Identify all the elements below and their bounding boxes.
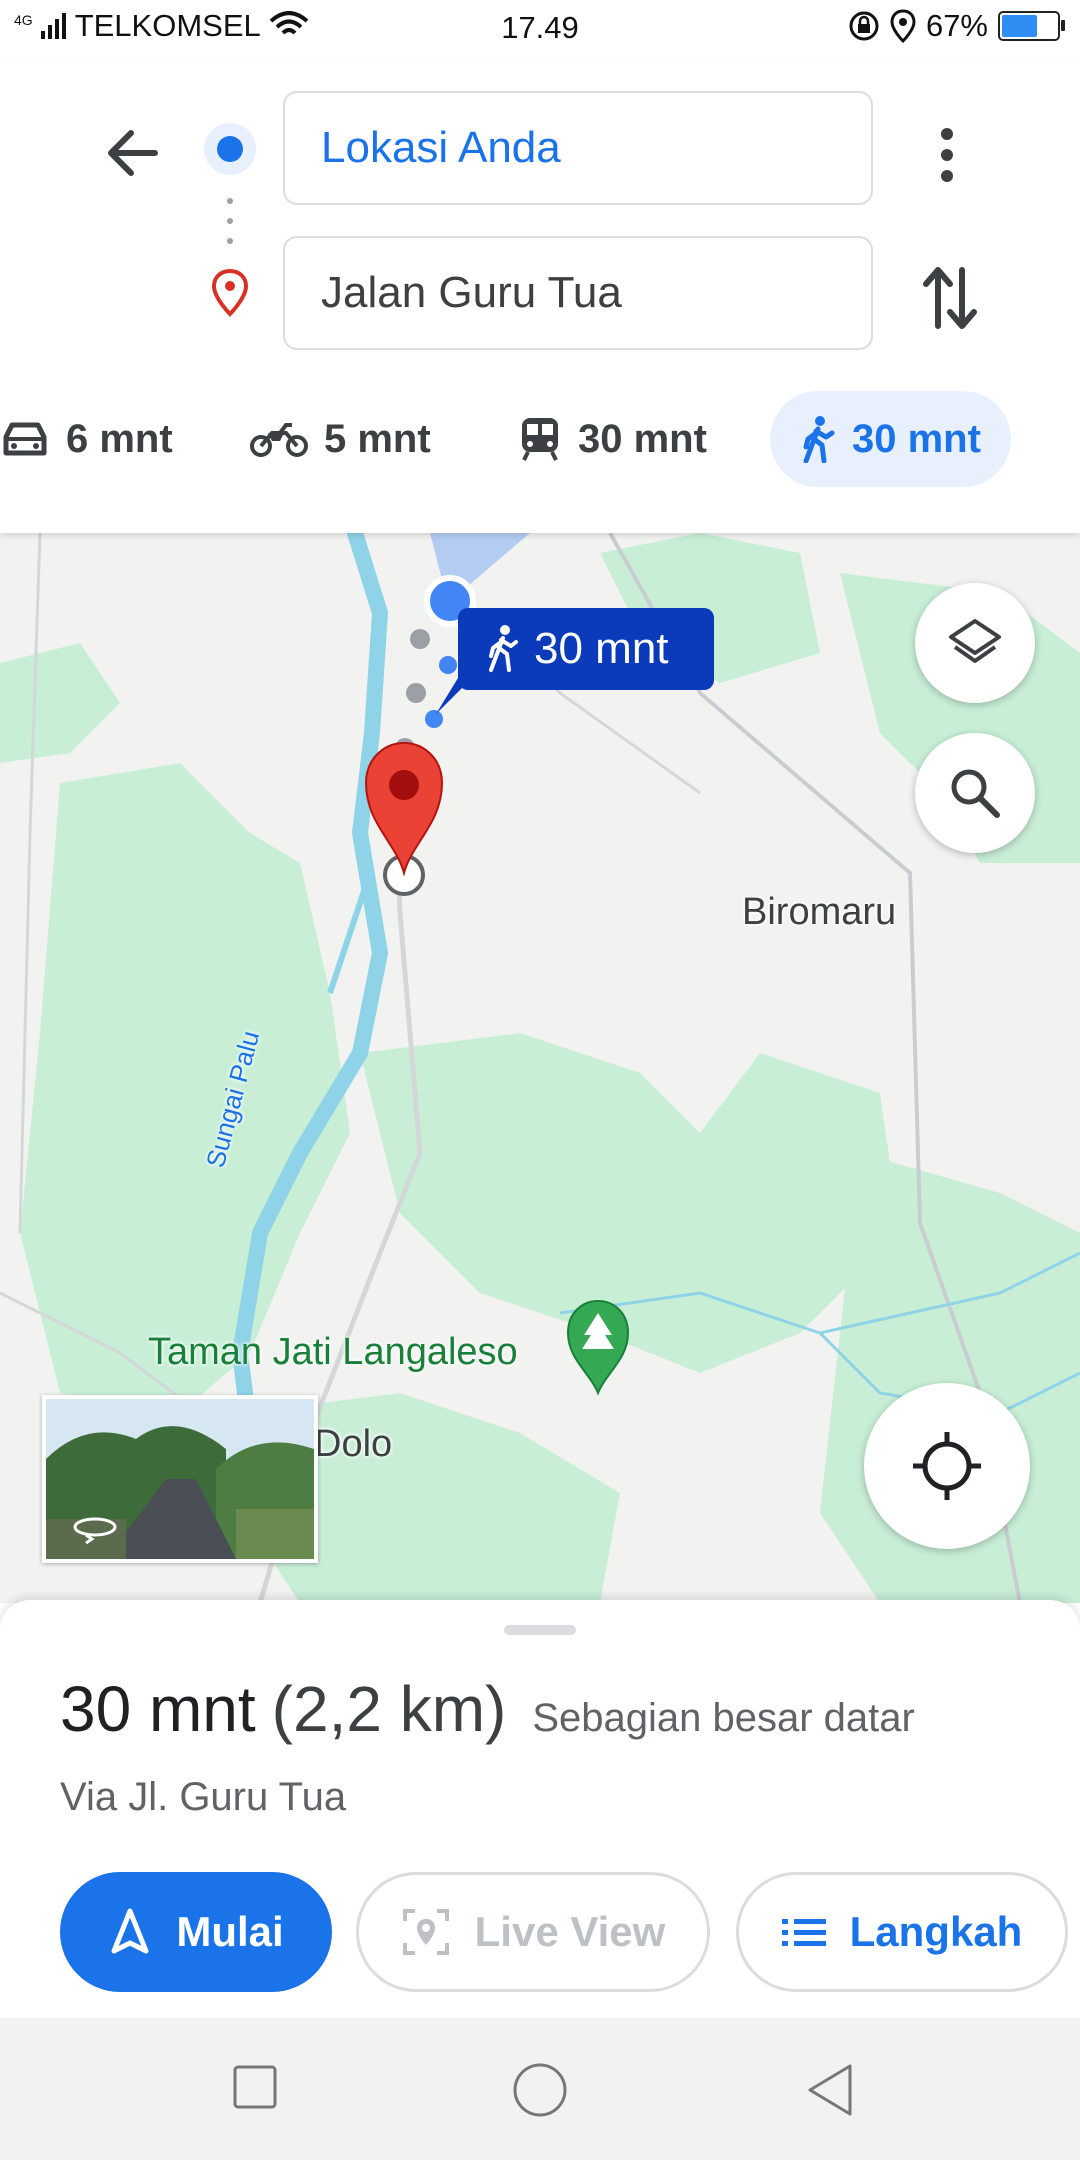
more-vert-icon <box>941 128 953 182</box>
steps-label: Langkah <box>849 1908 1023 1955</box>
route-distance: (2,2 km) <box>271 1673 507 1745</box>
battery-icon <box>998 11 1065 41</box>
river <box>327 872 373 994</box>
mode-walk-label: 30 mnt <box>852 416 981 461</box>
layers-button[interactable] <box>915 583 1035 703</box>
live-view-icon <box>402 1909 449 1955</box>
route-dots <box>227 198 233 244</box>
more-options-button[interactable] <box>917 120 977 190</box>
map-label-biromaru: Biromaru <box>742 891 897 933</box>
steps-button[interactable]: Langkah <box>736 1872 1068 1992</box>
route-terrain: Sebagian besar datar <box>532 1696 915 1740</box>
rotate-360-icon <box>73 1517 117 1545</box>
navigation-arrow-icon <box>111 1908 149 1954</box>
circle-icon <box>513 2063 567 2117</box>
forest-area <box>360 1033 900 1373</box>
crosshair-icon <box>913 1432 981 1500</box>
system-nav-bar <box>0 2018 1080 2160</box>
badge-pointer <box>436 678 472 714</box>
mode-motorcycle[interactable]: 5 mnt <box>250 391 431 487</box>
battery-percent: 67% <box>925 8 988 43</box>
lock-rotation-icon <box>849 11 879 41</box>
walk-icon <box>803 416 835 463</box>
origin-input[interactable]: Lokasi Anda <box>283 91 873 205</box>
route-duration-text: 30 mnt <box>534 624 669 673</box>
back-button[interactable] <box>95 113 175 193</box>
map-view[interactable]: 30 mnt Biromaru Sungai Palu Taman Jati L… <box>0 533 1080 1603</box>
mode-transit[interactable]: 30 mnt <box>518 391 707 487</box>
origin-dot-icon <box>204 123 256 175</box>
route-via: Via Jl. Guru Tua <box>60 1775 347 1819</box>
mode-motorcycle-label: 5 mnt <box>324 416 431 461</box>
back-nav-button[interactable] <box>800 2060 860 2120</box>
mode-transit-label: 30 mnt <box>578 416 707 461</box>
square-icon <box>233 2065 277 2109</box>
back-arrow-icon <box>108 130 158 176</box>
mode-walk[interactable]: 30 mnt <box>770 391 1011 487</box>
route-summary-sheet: 30 mnt (2,2 km) Sebagian besar datar Via… <box>0 1600 1080 2018</box>
map-label-park: Taman Jati Langaleso <box>148 1331 518 1373</box>
swap-icon <box>923 267 977 329</box>
triangle-back-icon <box>808 2064 852 2116</box>
forest-area <box>0 643 120 763</box>
swap-button[interactable] <box>910 258 990 338</box>
live-view-label: Live View <box>474 1908 666 1955</box>
map-label-dolo: Dolo <box>314 1423 393 1465</box>
street-view-thumbnail[interactable] <box>42 1395 318 1563</box>
location-status-icon <box>890 9 916 43</box>
status-bar: 4G TELKOMSEL 17.49 67% <box>0 0 1080 58</box>
mode-car-label: 6 mnt <box>66 416 173 461</box>
car-icon <box>3 422 47 456</box>
search-along-route-button[interactable] <box>915 733 1035 853</box>
recents-button[interactable] <box>230 2062 280 2112</box>
list-icon <box>781 1919 826 1946</box>
walk-icon <box>489 625 518 672</box>
motorcycle-icon <box>250 423 308 457</box>
destination-pin-icon <box>211 268 249 317</box>
live-view-button[interactable]: Live View <box>356 1872 710 1992</box>
mode-car[interactable]: 6 mnt <box>0 391 173 487</box>
route-summary-line: 30 mnt (2,2 km) Sebagian besar datar <box>60 1672 915 1746</box>
home-button[interactable] <box>510 2060 570 2120</box>
travel-mode-tabs: 6 mnt 5 mnt 30 mnt 30 mnt <box>0 391 1080 487</box>
transit-icon <box>522 418 558 461</box>
destination-input[interactable]: Jalan Guru Tua <box>283 236 873 350</box>
start-button-label: Mulai <box>176 1908 284 1955</box>
sheet-drag-handle[interactable] <box>504 1625 576 1635</box>
my-location-button[interactable] <box>864 1383 1030 1549</box>
route-duration: 30 mnt <box>60 1673 256 1745</box>
destination-pin-icon <box>364 741 444 877</box>
forest-area <box>20 763 350 1413</box>
start-button[interactable]: Mulai <box>60 1872 332 1992</box>
route-duration-badge: 30 mnt <box>458 608 714 690</box>
layers-icon <box>949 619 1001 663</box>
directions-header: Lokasi Anda Jalan Guru Tua 6 mnt 5 mnt 3… <box>0 58 1080 533</box>
search-icon <box>951 769 1000 818</box>
